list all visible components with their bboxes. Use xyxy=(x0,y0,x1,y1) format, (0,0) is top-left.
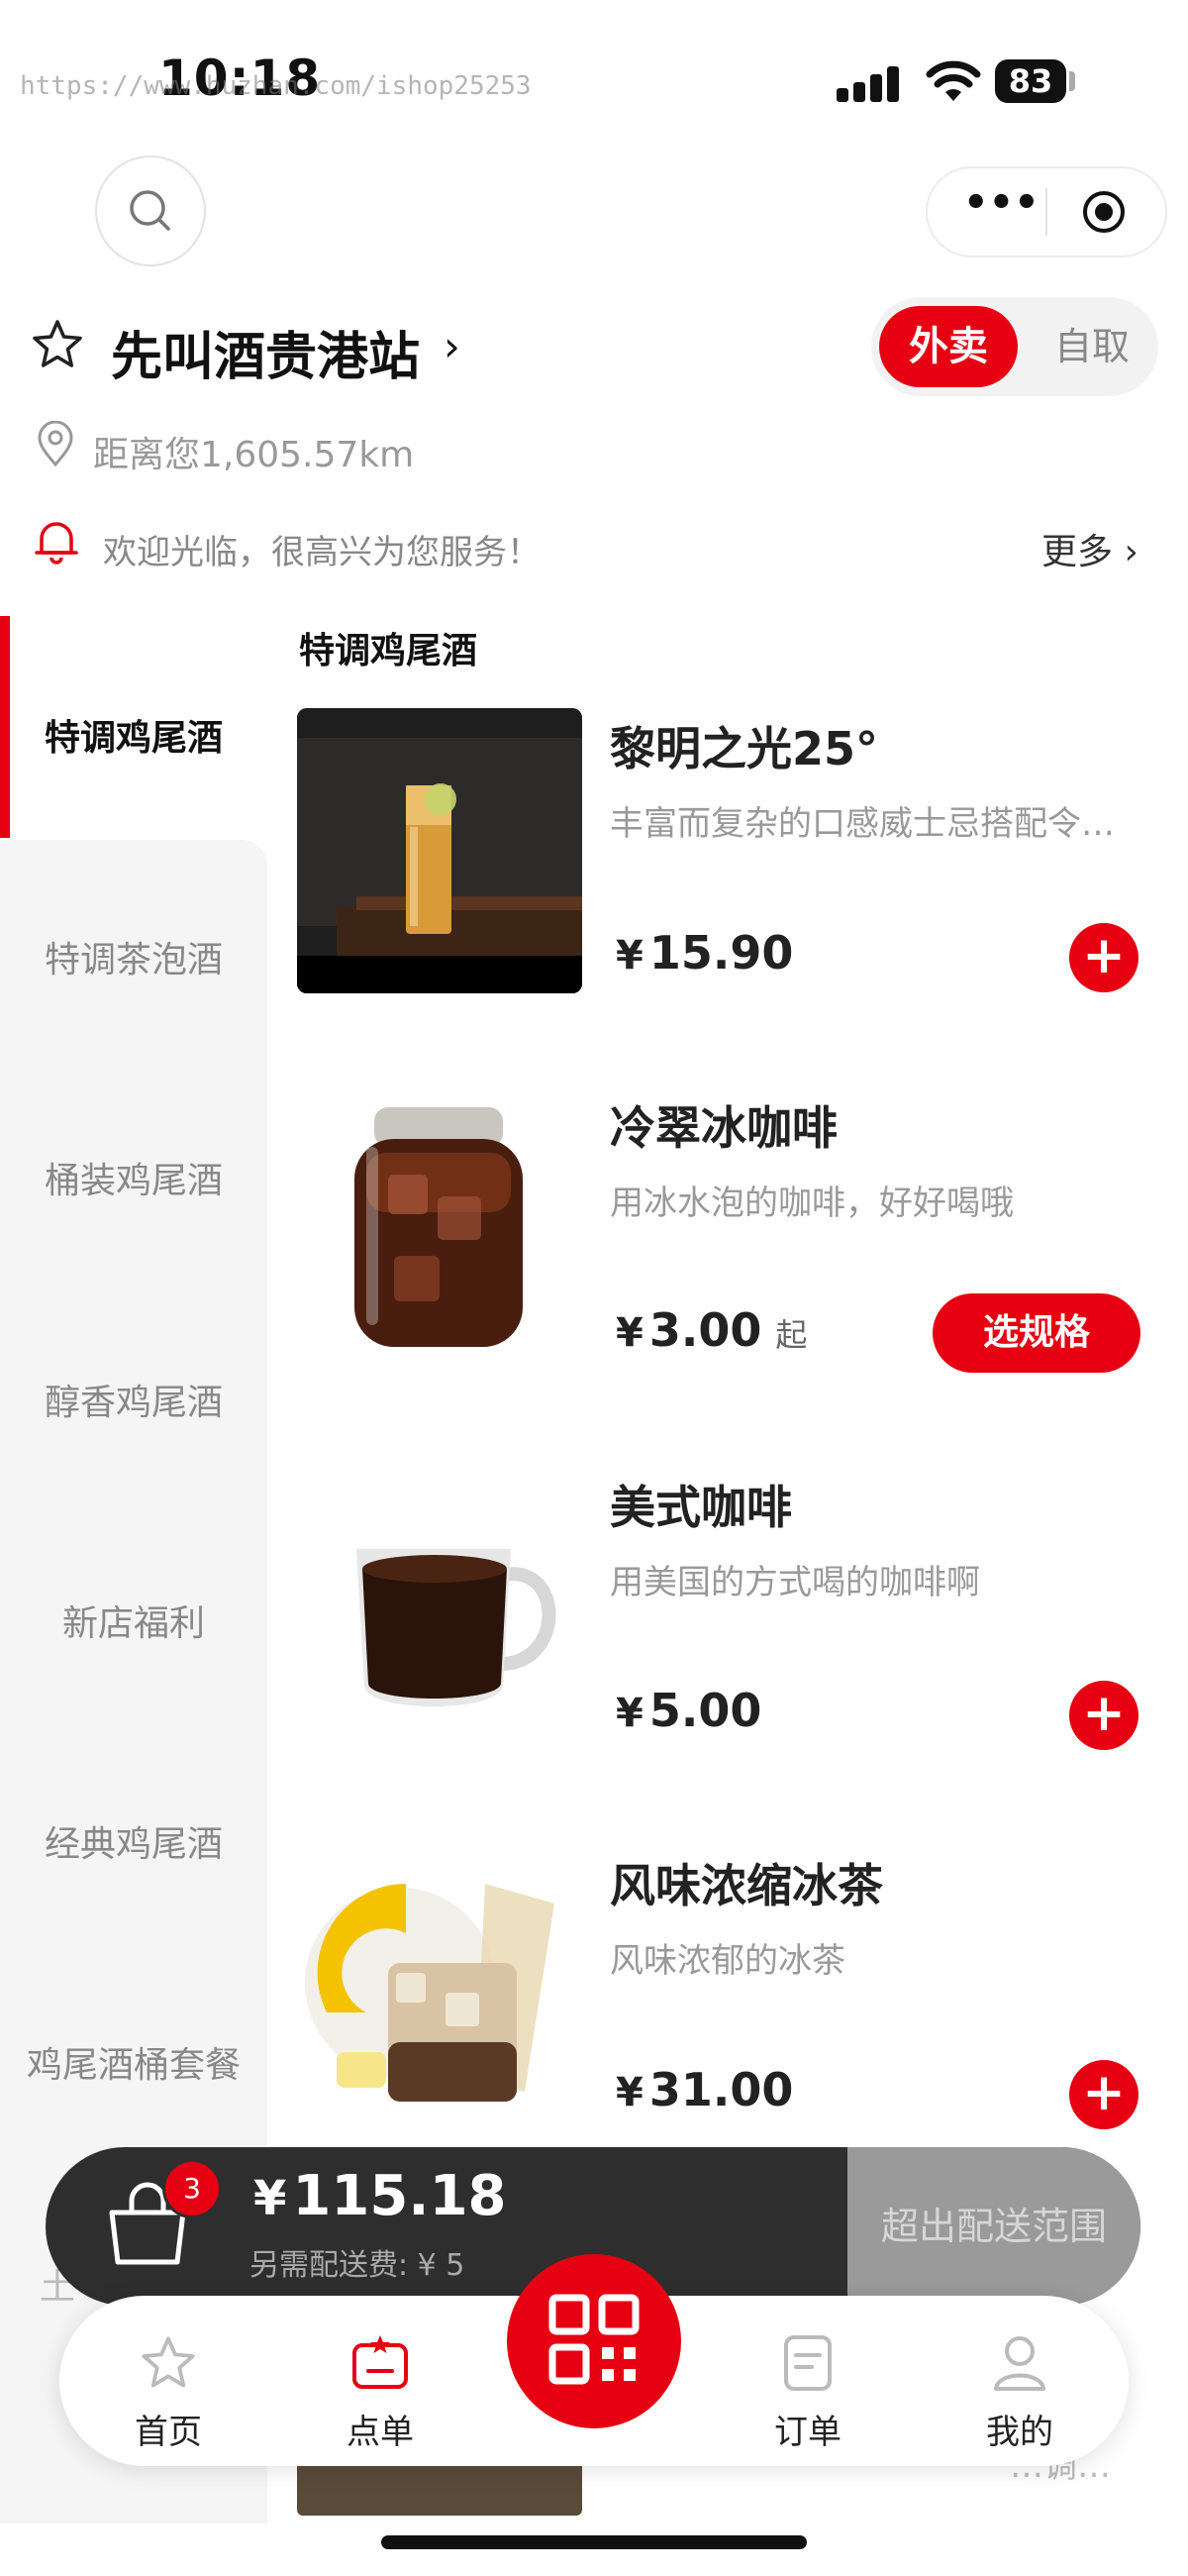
price-value: 15.90 xyxy=(648,926,794,979)
price-currency: ¥ xyxy=(616,933,644,979)
search-button[interactable] xyxy=(95,155,206,266)
cocktail-glass-image xyxy=(297,708,582,993)
scan-qr-button[interactable] xyxy=(507,2254,681,2428)
sidebar-item-tea-liquor[interactable]: 特调茶泡酒 xyxy=(0,931,267,982)
product-image-iced-tea[interactable] xyxy=(297,1844,582,2129)
sidebar-item-classic-cocktail[interactable]: 经典鸡尾酒 xyxy=(0,1815,267,1867)
section-title: 特调鸡尾酒 xyxy=(299,631,478,671)
watermark: https://www.huzhan.com/ishop25253 xyxy=(20,71,532,101)
orders-list-icon[interactable] xyxy=(778,2331,838,2395)
price-value: 5.00 xyxy=(648,1684,762,1737)
qr-code-icon xyxy=(548,2294,640,2385)
wifi-icon xyxy=(926,60,981,101)
product-price: ¥5.00 xyxy=(616,1684,761,1737)
chevron-right-icon[interactable]: › xyxy=(444,322,460,370)
tab-orders[interactable]: 订单 xyxy=(739,2405,877,2453)
sidebar-item-cocktail[interactable]: 特调鸡尾酒 xyxy=(0,709,267,761)
notice-more-link[interactable]: 更多 › xyxy=(1041,523,1138,574)
price-from-suffix: 起 xyxy=(775,1316,808,1354)
home-star-icon[interactable] xyxy=(139,2333,198,2393)
product-price: ¥31.00 xyxy=(616,2063,793,2116)
cart-total: ¥115.18 xyxy=(253,2164,507,2228)
mini-program-capsule: ••• xyxy=(926,166,1167,258)
product-desc: 丰富而复杂的口感威士忌搭配令… xyxy=(610,804,1115,844)
home-indicator xyxy=(381,2535,807,2549)
mode-delivery[interactable]: 外卖 xyxy=(879,306,1018,387)
mode-pickup[interactable]: 自取 xyxy=(1038,306,1146,387)
price-currency: ¥ xyxy=(616,1691,644,1736)
add-to-cart-button[interactable]: + xyxy=(1069,2060,1138,2129)
notice-text: 欢迎光临，很高兴为您服务！ xyxy=(103,533,541,572)
delivery-fee-text: 另需配送费: ¥ 5 xyxy=(249,2248,465,2283)
favorite-star-icon[interactable] xyxy=(30,317,85,372)
battery-icon: 83 xyxy=(995,59,1066,103)
iced-coffee-jar-image xyxy=(354,1107,523,1347)
sidebar-item-barrel-set[interactable]: 鸡尾酒桶套餐 xyxy=(0,2036,267,2088)
total-value: 115.18 xyxy=(292,2164,507,2228)
product-name: 黎明之光25° xyxy=(610,722,879,775)
more-menu-button[interactable]: ••• xyxy=(963,180,1040,226)
americano-mug-image xyxy=(356,1549,556,1706)
bell-icon xyxy=(35,522,78,565)
product-desc: 用美国的方式喝的咖啡啊 xyxy=(610,1563,980,1602)
signal-icon xyxy=(837,64,916,102)
product-image-dawn-light[interactable] xyxy=(297,708,582,993)
price-value: 3.00 xyxy=(648,1303,762,1357)
select-spec-button[interactable]: 选规格 xyxy=(933,1293,1140,1373)
product-price: ¥3.00 起 xyxy=(616,1303,807,1357)
iced-tea-image xyxy=(305,1884,554,2102)
price-currency: ¥ xyxy=(616,1310,644,1356)
search-icon xyxy=(130,190,170,231)
product-name: 美式咖啡 xyxy=(610,1481,792,1534)
close-target-icon[interactable] xyxy=(1082,190,1126,234)
product-price: ¥15.90 xyxy=(616,926,793,979)
store-name[interactable]: 先叫酒贵港站 xyxy=(111,315,420,389)
location-pin-icon xyxy=(38,421,73,467)
cart-count-badge: 3 xyxy=(162,2159,222,2218)
product-name: 冷翠冰咖啡 xyxy=(610,1101,838,1155)
price-currency: ¥ xyxy=(616,2070,644,2115)
add-to-cart-button[interactable]: + xyxy=(1069,923,1138,992)
tab-profile[interactable]: 我的 xyxy=(950,2405,1089,2453)
product-desc: 用冰水泡的咖啡，好好喝哦 xyxy=(610,1184,1014,1223)
price-value: 31.00 xyxy=(648,2063,794,2116)
add-to-cart-button[interactable]: + xyxy=(1069,1681,1138,1750)
tab-order[interactable]: 点单 xyxy=(311,2405,449,2453)
capsule-divider xyxy=(1045,188,1047,236)
order-mode-toggle: 外卖 自取 xyxy=(871,297,1158,396)
battery-tip xyxy=(1069,71,1075,91)
delivery-status-button[interactable]: 超出配送范围 xyxy=(847,2147,1140,2306)
total-currency: ¥ xyxy=(253,2171,287,2226)
sidebar-item-mellow-cocktail[interactable]: 醇香鸡尾酒 xyxy=(0,1374,267,1425)
product-desc: 风味浓郁的冰茶 xyxy=(610,1941,845,1981)
sidebar-item-new-store-perks[interactable]: 新店福利 xyxy=(0,1595,267,1646)
profile-icon[interactable] xyxy=(990,2331,1049,2395)
tab-home[interactable]: 首页 xyxy=(99,2405,238,2453)
sidebar-item-barrel-cocktail[interactable]: 桶装鸡尾酒 xyxy=(0,1152,267,1203)
order-menu-icon[interactable] xyxy=(348,2331,412,2395)
product-name: 风味浓缩冰茶 xyxy=(610,1859,883,1912)
product-image-cold-brew[interactable] xyxy=(297,1087,582,1373)
product-image-americano[interactable] xyxy=(297,1466,582,1751)
store-distance: 距离您1,605.57km xyxy=(93,435,415,475)
